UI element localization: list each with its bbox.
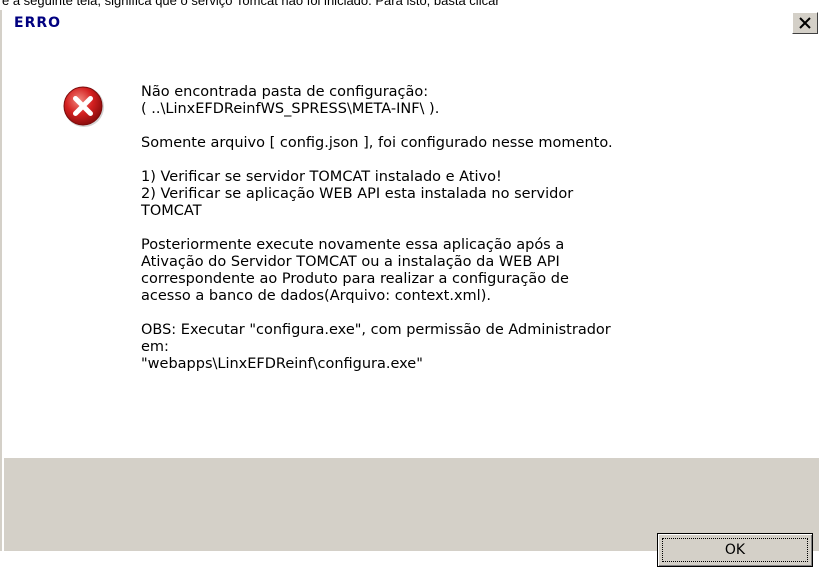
error-icon <box>63 86 104 127</box>
close-button[interactable] <box>792 12 818 34</box>
dialog-button-bar: OK <box>4 458 819 567</box>
message-paragraph-3: 1) Verificar se servidor TOMCAT instalad… <box>141 169 574 219</box>
message-paragraph-5: OBS: Executar "configura.exe", com permi… <box>141 322 611 372</box>
error-dialog: ERRO Não encontrada pasta de configuraçã… <box>0 10 819 567</box>
dialog-titlebar[interactable]: ERRO <box>2 10 819 38</box>
message-paragraph-4: Posteriormente execute novamente essa ap… <box>141 237 569 304</box>
focus-rectangle <box>662 538 808 562</box>
background-document-text: e a seguinte tela, significa que o servi… <box>0 0 819 10</box>
message-paragraph-1: Não encontrada pasta de configuração: ( … <box>141 84 440 117</box>
dialog-content: Não encontrada pasta de configuração: ( … <box>4 38 819 458</box>
message-paragraph-2: Somente arquivo [ config.json ], foi con… <box>141 135 613 151</box>
ok-button[interactable]: OK <box>657 533 813 567</box>
dialog-title: ERRO <box>14 15 62 31</box>
background-text-line: e a seguinte tela, significa que o servi… <box>2 0 500 8</box>
close-icon <box>799 17 811 29</box>
error-message: Não encontrada pasta de configuração: ( … <box>141 84 781 390</box>
